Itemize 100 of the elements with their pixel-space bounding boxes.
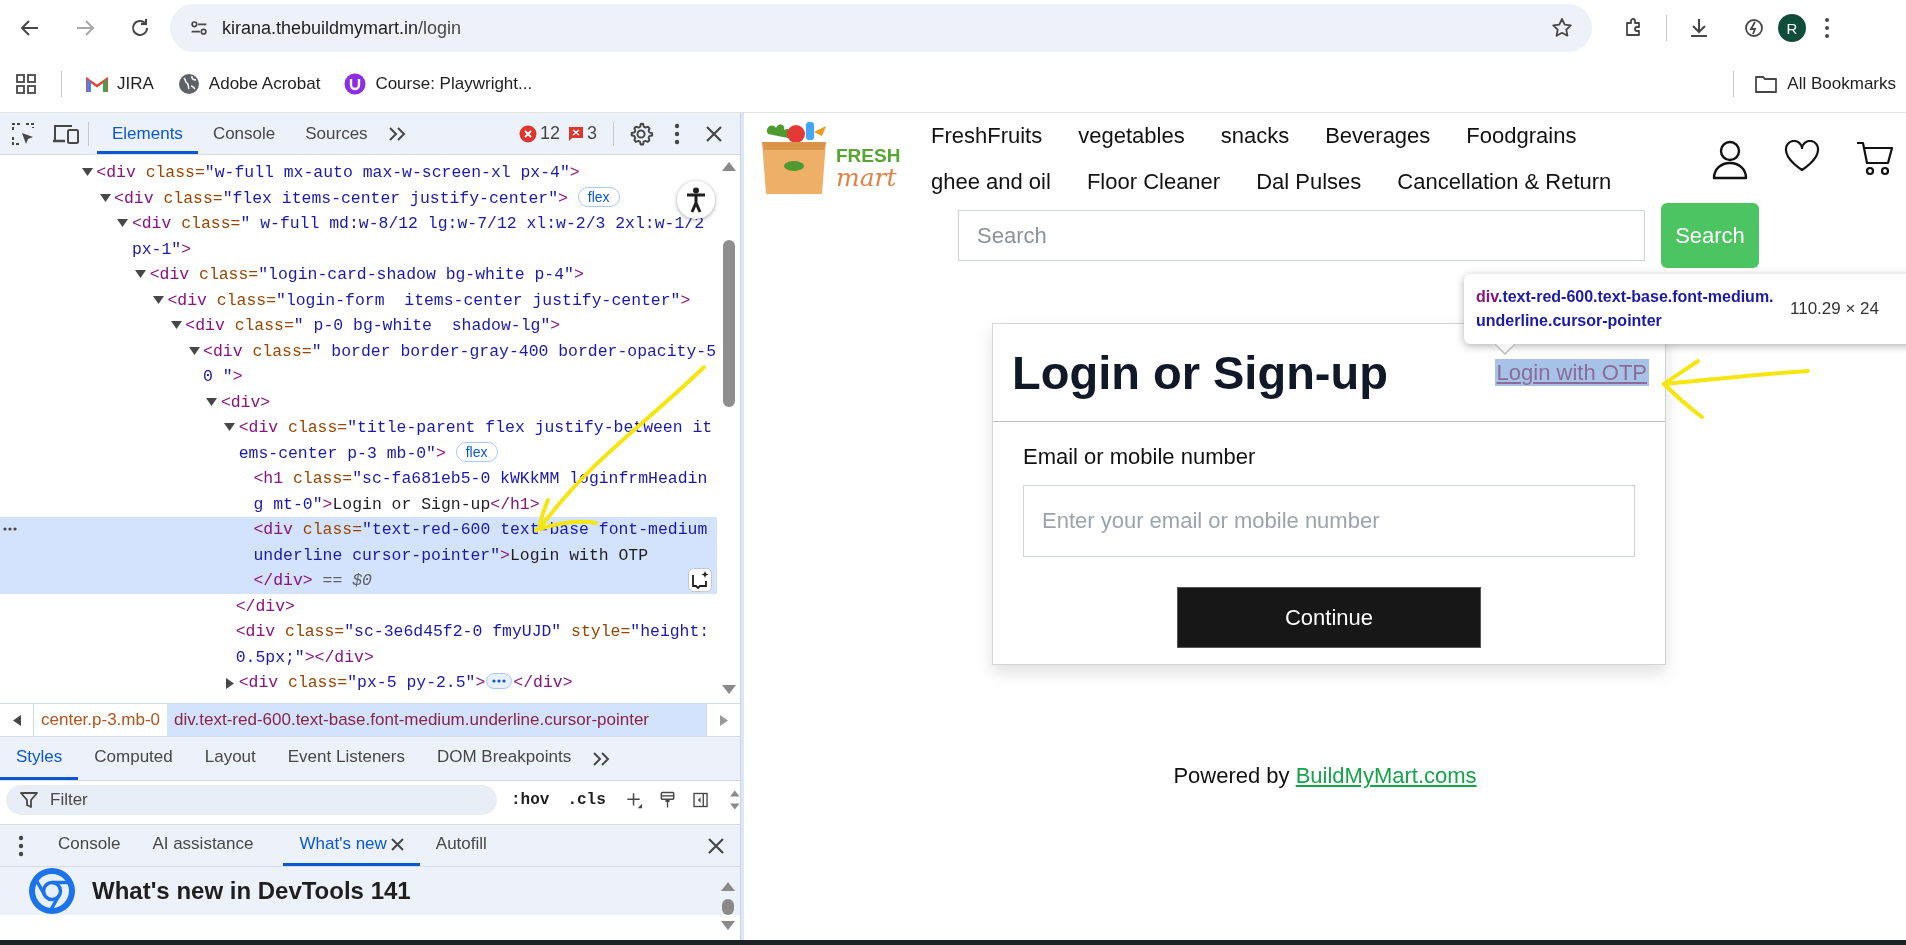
- scroll-arrows-icon[interactable]: [721, 881, 735, 931]
- right-triangle-icon: [719, 714, 728, 726]
- drawer-tab[interactable]: Autofill: [419, 825, 503, 866]
- person-icon[interactable]: [1712, 139, 1748, 180]
- dom-node-text: <div class="flex items-center justify-center"> flex: [114, 185, 717, 211]
- closing-tag: </div>: [253, 571, 313, 590]
- issue-count-button[interactable]: 3: [568, 123, 597, 144]
- filter-toggle[interactable]: .cls: [561, 791, 612, 809]
- address-bar[interactable]: kirana.thebuildmymart.in/login: [170, 4, 1592, 52]
- filter-field[interactable]: Filter: [6, 785, 497, 815]
- bookmark-star-icon[interactable]: [1550, 16, 1574, 40]
- drawer-menu-icon[interactable]: [18, 834, 24, 857]
- closing-tag: </div>: [513, 673, 573, 692]
- inspect-element-icon[interactable]: [10, 120, 36, 147]
- field-label: Email or mobile number: [1023, 444, 1257, 470]
- expand-triangle-icon[interactable]: [206, 397, 218, 406]
- left-triangle-icon: [12, 714, 21, 726]
- more-tabs-icon[interactable]: [591, 749, 612, 768]
- nav-link[interactable]: Dal Pulses: [1256, 159, 1362, 205]
- cart-icon[interactable]: [1856, 139, 1894, 176]
- error-count-button[interactable]: 12: [518, 123, 560, 144]
- nav-link[interactable]: ghee and oil: [931, 159, 1051, 205]
- close-icon[interactable]: [704, 123, 724, 144]
- dom-node-text: <div class=" p-0 bg-white shadow-lg">: [185, 315, 562, 337]
- profile-avatar[interactable]: R: [1778, 14, 1806, 42]
- url-text: kirana.thebuildmymart.in/login: [222, 17, 463, 39]
- folder-icon: [1754, 74, 1779, 94]
- close-tab-icon[interactable]: [390, 837, 404, 851]
- panel-tab[interactable]: Console: [197, 113, 291, 154]
- nav-link[interactable]: snacks: [1220, 113, 1290, 159]
- more-tabs-icon[interactable]: [386, 124, 407, 143]
- nav-link[interactable]: Floor Cleaner: [1086, 159, 1221, 205]
- bookmark-item[interactable]: Course: Playwright...: [344, 73, 533, 95]
- expand-triangle-icon[interactable]: [188, 346, 200, 355]
- scroll-down-icon[interactable]: [722, 685, 736, 695]
- login-title: Login or Sign-up: [1012, 345, 1388, 400]
- drawer-tab[interactable]: Console: [42, 825, 137, 866]
- nav-link[interactable]: Cancellation & Return: [1397, 159, 1612, 205]
- nav-link[interactable]: FreshFruits: [931, 113, 1043, 159]
- dom-row[interactable]: <div class="text-red-600 text-base font-medium underline cursor-pointer">Login with OTP </div> == $0: [0, 517, 717, 594]
- expand-triangle-icon[interactable]: [135, 270, 147, 278]
- more-options-icon[interactable]: [674, 122, 680, 145]
- expand-triangle-icon[interactable]: [99, 193, 111, 202]
- element-selector-text: div.text-red-600.text-base.font-medium.underline.cursor-pointer: [1476, 287, 1775, 331]
- mail-m-icon: [86, 75, 108, 93]
- nav-link[interactable]: Beverages: [1325, 113, 1431, 159]
- expand-triangle-icon[interactable]: [81, 168, 93, 176]
- ellipsis-icon[interactable]: [3, 527, 17, 531]
- dom-node-text: <div class="login-card-shadow bg-white p-4">: [149, 264, 585, 286]
- sidebar-tab[interactable]: Layout: [188, 737, 272, 780]
- powered-by-text: Powered by BuildMyMart.coms: [1172, 763, 1478, 789]
- accessibility-icon: [685, 187, 707, 213]
- speed-icon[interactable]: [1742, 16, 1766, 40]
- scrollbar-thumb[interactable]: [723, 240, 735, 407]
- dom-node-text: <div class="login-form items-center justify-center">: [167, 289, 692, 312]
- globe-icon: [177, 73, 200, 95]
- menu-icon[interactable]: [1824, 17, 1830, 39]
- dom-node-text: <div class="w-full mx-auto max-w-screen-xl px-4">: [96, 162, 581, 184]
- sidebar-tab[interactable]: Computed: [78, 737, 189, 780]
- nav-link[interactable]: Foodgrains: [1466, 113, 1577, 159]
- ellipsis-icon[interactable]: [486, 673, 513, 689]
- drawer-tab[interactable]: AI assistance: [136, 825, 270, 866]
- ai-chat-icon[interactable]: [688, 567, 712, 592]
- error-icon: [518, 124, 537, 143]
- panel-tab[interactable]: Sources: [290, 113, 383, 154]
- all-bookmarks-button[interactable]: All Bookmarks: [1754, 74, 1896, 94]
- expand-triangle-icon[interactable]: [224, 423, 236, 431]
- expand-triangle-icon[interactable]: [170, 321, 182, 329]
- bookmark-item[interactable]: Adobe Acrobat: [177, 73, 321, 95]
- sidebar-tab[interactable]: Event Listeners: [271, 737, 421, 780]
- expand-triangle-icon[interactable]: [153, 295, 164, 304]
- scroll-up-icon[interactable]: [722, 161, 736, 171]
- dom-node-text: <div class=" border border-gray-400 border-opacity-50 ">: [203, 340, 717, 388]
- bookmark-item[interactable]: JIRA: [86, 74, 154, 94]
- nav-link[interactable]: vegetables: [1078, 113, 1185, 159]
- sidebar-tab[interactable]: DOM Breakpoints: [420, 737, 588, 780]
- close-icon[interactable]: [706, 835, 726, 856]
- course-logo-icon: [344, 73, 367, 95]
- continue-button[interactable]: Continue: [1177, 587, 1481, 648]
- panel-tab[interactable]: Elements: [97, 113, 198, 154]
- whats-new-title: What's new in DevTools 141: [92, 877, 411, 905]
- expand-triangle-icon[interactable]: [117, 219, 129, 227]
- heart-icon[interactable]: [1784, 139, 1820, 172]
- collapse-triangle-icon[interactable]: [225, 678, 234, 689]
- dom-node-text: <div class=" w-full md:w-8/12 lg:w-7/12 xl:w-2/3 2xl:w-1/2 px-1">: [131, 213, 706, 261]
- filter-toggle[interactable]: :hov: [505, 791, 556, 809]
- breadcrumb[interactable]: center.p-3.mb-0: [34, 704, 168, 736]
- settings-icon[interactable]: [628, 120, 654, 147]
- dom-node-text: <div>: [220, 391, 272, 414]
- flag-icon: [568, 125, 584, 142]
- element-size-text: 110.29 × 24: [1790, 299, 1880, 319]
- apps-grid-icon[interactable]: [15, 73, 37, 95]
- dom-node-text: <div class="text-red-600 text-base font-medium underline cursor-pointer">Login with OTP: [253, 519, 709, 567]
- logo-text: FRESH: [836, 146, 901, 166]
- dom-node-text: <div class="sc-3e6d45f2-0 fmyUJD" style="height: 0.5px;"></div>: [235, 621, 711, 669]
- email-field[interactable]: Enter your email or mobile number: [1023, 485, 1635, 557]
- dom-node-text: <div class="px-5 py-2.5">: [238, 673, 486, 692]
- logo-text: mart: [836, 166, 898, 190]
- search-field[interactable]: Search: [958, 210, 1645, 261]
- breadcrumb[interactable]: div.text-red-600.text-base.font-medium.underline.cursor-pointer: [167, 704, 706, 736]
